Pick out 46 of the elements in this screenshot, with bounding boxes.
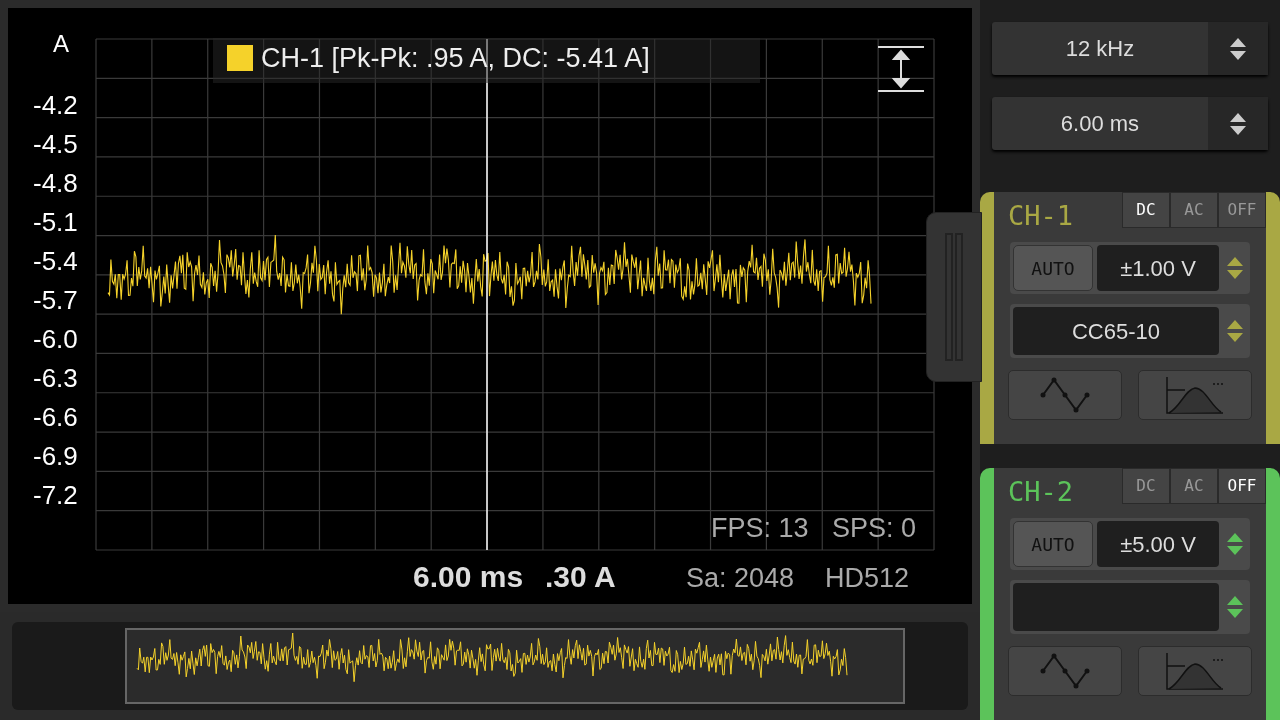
axis-tick-label: -7.2 bbox=[33, 479, 78, 512]
fps-readout: FPS: 13 bbox=[711, 512, 809, 545]
probe-field[interactable]: CC65-10 bbox=[1013, 307, 1219, 355]
axis-tick-label: -6.0 bbox=[33, 323, 78, 356]
range-field[interactable]: ±5.00 V bbox=[1097, 521, 1219, 567]
spinner-icon[interactable] bbox=[1228, 111, 1248, 136]
dropdown-value: 6.00 ms bbox=[1059, 110, 1141, 138]
timebase-readout: 6.00 ms bbox=[413, 559, 524, 595]
coupling-tab[interactable]: DC bbox=[1122, 192, 1170, 228]
spinner-icon[interactable] bbox=[1225, 594, 1245, 620]
cursor-line[interactable] bbox=[486, 38, 488, 551]
sps-readout: SPS: 0 bbox=[832, 512, 917, 545]
axis-tick-label: -4.2 bbox=[33, 89, 78, 122]
range-field[interactable]: ±1.00 V bbox=[1097, 245, 1219, 291]
sine-wave-icon bbox=[1040, 377, 1090, 413]
legend-label: CH-1 [Pk-Pk: .95 A, DC: -5.41 A] bbox=[261, 42, 650, 75]
axis-tick-label: -5.4 bbox=[33, 245, 78, 278]
mode-label: HD512 bbox=[825, 562, 910, 595]
spinner-icon[interactable] bbox=[1228, 36, 1248, 61]
dropdown-value: 12 kHz bbox=[1064, 35, 1136, 63]
filter-curve-icon bbox=[1165, 652, 1225, 690]
dropdown[interactable]: 6.00 ms bbox=[992, 97, 1268, 150]
scale-readout: .30 A bbox=[545, 559, 616, 595]
axis-tick-label: -5.7 bbox=[33, 284, 78, 317]
vertical-range-icon[interactable] bbox=[877, 45, 925, 93]
axis-tick-label: -4.5 bbox=[33, 128, 78, 161]
panel-handle[interactable] bbox=[926, 212, 982, 382]
sample-count: Sa: 2048 bbox=[686, 562, 795, 595]
filter-curve-icon bbox=[1165, 376, 1225, 414]
axis-tick-label: -6.6 bbox=[33, 401, 78, 434]
channel-name: CH-1 bbox=[1007, 199, 1074, 232]
legend-swatch bbox=[227, 45, 253, 72]
axis-unit-label: A bbox=[52, 30, 69, 59]
axis-tick-label: -6.9 bbox=[33, 440, 78, 473]
sine-wave-icon bbox=[1040, 653, 1090, 689]
dropdown[interactable]: 12 kHz bbox=[992, 22, 1268, 75]
waveform-button[interactable] bbox=[1008, 646, 1122, 696]
coupling-tab[interactable]: OFF bbox=[1218, 468, 1266, 504]
channel-name: CH-2 bbox=[1007, 475, 1074, 508]
overview-window[interactable] bbox=[125, 628, 905, 704]
probe-field[interactable] bbox=[1013, 583, 1219, 631]
axis-tick-label: -6.3 bbox=[33, 362, 78, 395]
axis-tick-label: -4.8 bbox=[33, 167, 78, 200]
spinner-icon[interactable] bbox=[1225, 531, 1245, 557]
axis-tick-label: -5.1 bbox=[33, 206, 78, 239]
waveform-button[interactable] bbox=[1008, 370, 1122, 420]
